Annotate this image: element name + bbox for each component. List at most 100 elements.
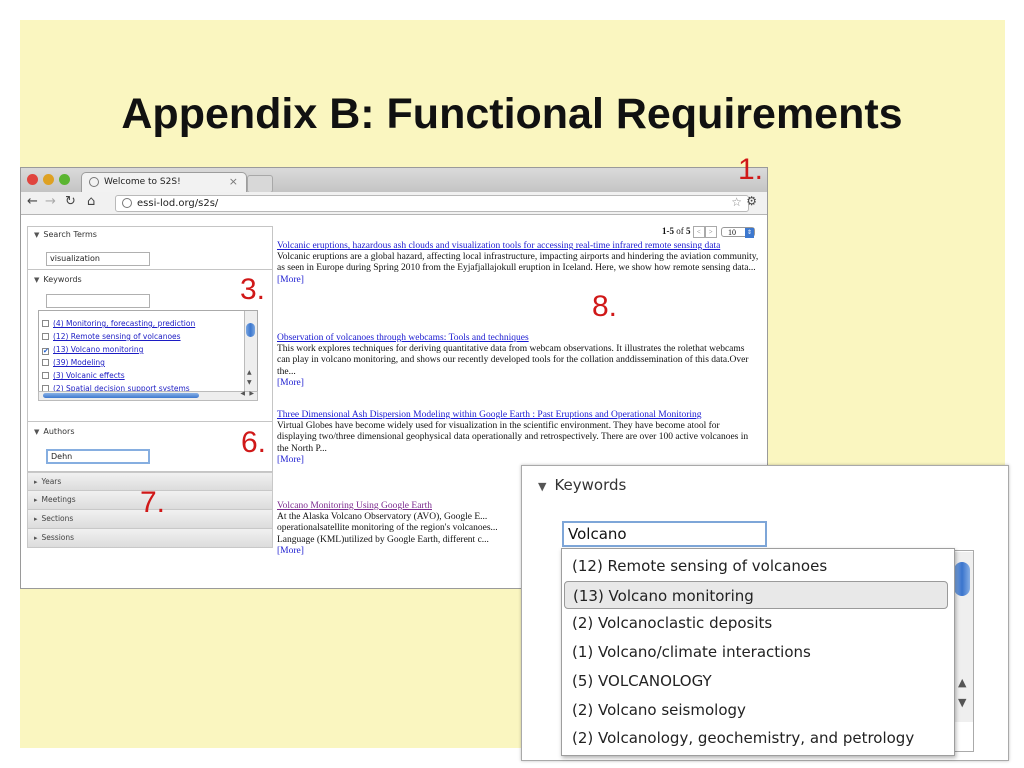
keywords-input[interactable] xyxy=(46,294,150,308)
keywords-zoom-inset: ▼ Keywords Volcano ▲ ▼ (12) Remote sensin… xyxy=(521,465,1009,761)
result-item: Volcanic eruptions, hazardous ash clouds… xyxy=(277,241,759,286)
autocomplete-option[interactable]: (5) VOLCANOLOGY xyxy=(564,667,948,695)
keywords-horizontal-scrollbar[interactable]: ◀ ▶ xyxy=(38,390,258,401)
result-title-link[interactable]: Volcanic eruptions, hazardous ash clouds… xyxy=(277,241,720,251)
search-terms-input[interactable]: visualization xyxy=(46,252,150,266)
expand-triangle-icon: ▼ xyxy=(34,231,40,239)
result-title-link[interactable]: Volcano Monitoring Using Google Earth xyxy=(277,501,432,511)
authors-header[interactable]: ▼ Authors xyxy=(28,422,272,440)
pager-range: 1-5 xyxy=(662,226,674,237)
close-tab-icon[interactable]: × xyxy=(229,175,238,188)
autocomplete-option[interactable]: (12) Remote sensing of volcanoes xyxy=(564,552,948,580)
close-window-button[interactable] xyxy=(27,174,38,185)
expand-triangle-icon: ▼ xyxy=(34,428,40,436)
keyword-item[interactable]: (3) Volcanic effects xyxy=(39,369,245,382)
tab-bar: Welcome to S2S! × xyxy=(21,168,767,193)
scroll-thumb[interactable] xyxy=(246,323,255,337)
keyword-label: (4) Monitoring, forecasting, prediction xyxy=(53,319,196,328)
marker-6: 6. xyxy=(241,426,267,459)
search-terms-label: Search Terms xyxy=(43,230,97,239)
keyword-item[interactable]: (39) Modeling xyxy=(39,356,245,369)
pager: 1-5 of 5 < > 10 ⇕ xyxy=(662,226,755,238)
autocomplete-option[interactable]: (2) Volcanoclastic deposits xyxy=(564,609,948,637)
autocomplete-option[interactable]: (1) Volcano/climate interactions xyxy=(564,638,948,666)
autocomplete-option[interactable]: (2) Volcanology, geochemistry, and petro… xyxy=(564,724,948,752)
result-more-link[interactable]: [More] xyxy=(277,546,304,556)
collapsed-triangle-icon: ▸ xyxy=(34,534,38,542)
result-more-link[interactable]: [More] xyxy=(277,275,304,285)
tab-welcome[interactable]: Welcome to S2S! × xyxy=(81,172,247,193)
collapsed-triangle-icon: ▸ xyxy=(34,496,38,504)
reload-icon[interactable]: ↻ xyxy=(65,194,76,209)
checkbox[interactable] xyxy=(42,320,49,327)
keyword-item[interactable]: (4) Monitoring, forecasting, prediction xyxy=(39,317,245,330)
keyword-label: (12) Remote sensing of volcanoes xyxy=(53,332,181,341)
marker-1: 1. xyxy=(738,153,764,186)
result-snippet: Volcanic eruptions are a global hazard, … xyxy=(277,252,759,274)
new-tab-button[interactable] xyxy=(247,175,273,193)
collapsed-triangle-icon: ▸ xyxy=(34,515,38,523)
zoom-keywords-input[interactable]: Volcano xyxy=(562,521,767,547)
pager-of: of xyxy=(676,226,684,237)
autocomplete-option[interactable]: (2) Volcano seismology xyxy=(564,696,948,724)
result-snippet: This work explores techniques for derivi… xyxy=(277,344,749,377)
forward-arrow-icon[interactable]: → xyxy=(45,194,56,209)
home-icon[interactable]: ⌂ xyxy=(87,194,95,209)
search-terms-header[interactable]: ▼ Search Terms xyxy=(28,227,272,243)
keyword-item[interactable]: ✔ (13) Volcano monitoring xyxy=(39,343,245,356)
authors-label: Authors xyxy=(43,427,75,436)
keywords-label: Keywords xyxy=(43,275,82,284)
facet-sessions[interactable]: ▸ Sessions xyxy=(27,529,273,548)
checkbox[interactable] xyxy=(42,372,49,379)
scroll-up-icon[interactable]: ▲ xyxy=(247,369,252,376)
address-bar[interactable]: essi-lod.org/s2s/ ☆ xyxy=(115,195,749,212)
expand-triangle-icon: ▼ xyxy=(34,276,40,284)
scroll-up-icon[interactable]: ▲ xyxy=(958,676,966,689)
marker-8: 8. xyxy=(592,290,618,323)
scroll-left-icon[interactable]: ◀ xyxy=(240,390,245,397)
checkbox[interactable] xyxy=(42,333,49,340)
bookmark-star-icon[interactable]: ☆ xyxy=(731,195,742,210)
zoom-window-button[interactable] xyxy=(59,174,70,185)
minimize-window-button[interactable] xyxy=(43,174,54,185)
result-snippet: Virtual Globes have become widely used f… xyxy=(277,421,749,454)
marker-3: 3. xyxy=(240,273,266,306)
zoom-vertical-scrollbar[interactable]: ▲ ▼ xyxy=(952,552,973,722)
collapsed-triangle-icon: ▸ xyxy=(34,478,38,486)
zoom-keywords-header[interactable]: ▼ Keywords xyxy=(538,476,626,494)
result-more-link[interactable]: [More] xyxy=(277,455,304,465)
scroll-right-icon[interactable]: ▶ xyxy=(249,390,254,397)
result-title-link[interactable]: Observation of volcanoes through webcams… xyxy=(277,333,529,343)
keyword-item[interactable]: (12) Remote sensing of volcanoes xyxy=(39,330,245,343)
authors-input[interactable]: Dehn xyxy=(46,449,150,464)
keywords-header[interactable]: ▼ Keywords xyxy=(28,270,272,288)
result-more-link[interactable]: [More] xyxy=(277,378,304,388)
keywords-vertical-scrollbar[interactable]: ▲ ▼ xyxy=(244,311,257,391)
facet-label: Meetings xyxy=(41,495,76,504)
keywords-panel: ▼ Keywords (4) Monitoring, forecasting, p… xyxy=(27,270,273,422)
expand-triangle-icon: ▼ xyxy=(538,480,547,493)
zoom-keywords-label: Keywords xyxy=(554,476,627,494)
back-arrow-icon[interactable]: ← xyxy=(27,194,38,209)
next-page-button[interactable]: > xyxy=(704,226,717,238)
scroll-thumb[interactable] xyxy=(954,562,970,596)
result-item: Three Dimensional Ash Dispersion Modelin… xyxy=(277,410,759,466)
scroll-down-icon[interactable]: ▼ xyxy=(247,379,252,386)
result-snippet: At the Alaska Volcano Observatory (AVO),… xyxy=(277,512,498,545)
wrench-icon[interactable]: ⚙ xyxy=(746,194,757,208)
checkbox-checked[interactable]: ✔ xyxy=(42,348,49,355)
autocomplete-option[interactable]: (13) Volcano monitoring xyxy=(564,580,948,609)
facet-label: Sections xyxy=(41,514,74,523)
facet-label: Sessions xyxy=(41,533,75,542)
keyword-label: (13) Volcano monitoring xyxy=(53,345,144,354)
checkbox[interactable] xyxy=(42,359,49,366)
marker-7: 7. xyxy=(140,486,166,519)
scroll-thumb[interactable] xyxy=(43,393,199,398)
per-page-select[interactable]: 10 ⇕ xyxy=(721,227,755,238)
url-text: essi-lod.org/s2s/ xyxy=(137,198,219,209)
result-title-link[interactable]: Three Dimensional Ash Dispersion Modelin… xyxy=(277,410,702,420)
per-page-value: 10 xyxy=(728,228,736,237)
scroll-down-icon[interactable]: ▼ xyxy=(958,696,966,709)
keywords-list[interactable]: (4) Monitoring, forecasting, prediction (… xyxy=(38,310,258,392)
prev-page-button[interactable]: < xyxy=(692,226,705,238)
